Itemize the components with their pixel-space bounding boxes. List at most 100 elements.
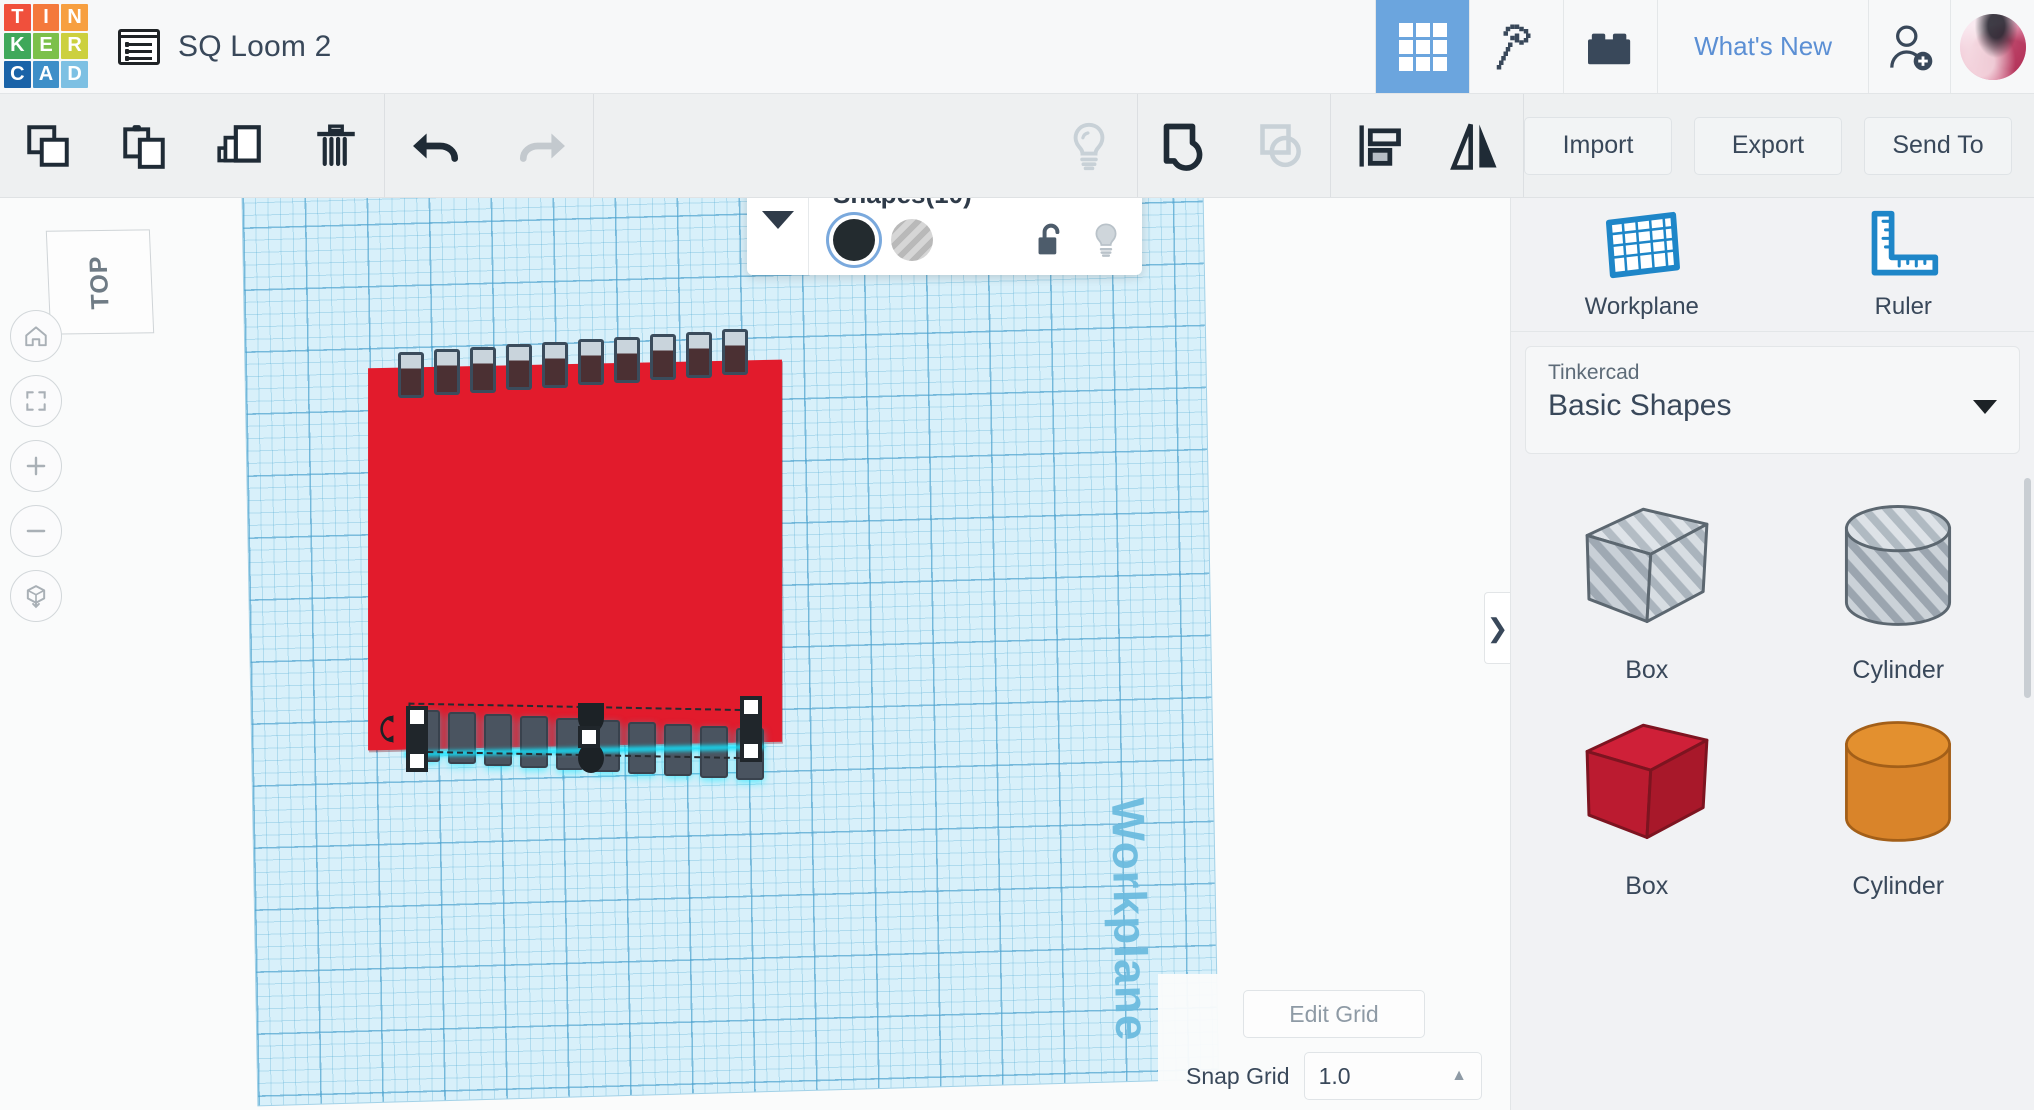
box-hole-icon: [1585, 507, 1709, 624]
shapes-library-panel: Workplane Ruler Tinkercad Basic Shapes B…: [1510, 198, 2034, 1110]
doc-lines: [125, 41, 152, 64]
cube-arrow-icon: [26, 585, 46, 609]
shape-label: Cylinder: [1852, 656, 1945, 684]
ruler-tool[interactable]: Ruler: [1773, 198, 2034, 331]
ungroup-button[interactable]: [1234, 94, 1330, 197]
perspective-toggle-button[interactable]: [10, 570, 62, 622]
library-name-label: Basic Shapes: [1548, 389, 1732, 422]
project-list-button[interactable]: [92, 0, 178, 93]
peg[interactable]: [506, 344, 532, 390]
edit-toolbar: Import Export Send To: [0, 94, 2034, 198]
peg[interactable]: [578, 339, 604, 385]
copy-button[interactable]: [0, 94, 96, 197]
panel-tools: Workplane Ruler: [1511, 198, 2034, 332]
resize-handle-top-right[interactable]: [740, 696, 762, 718]
send-to-button[interactable]: Send To: [1864, 116, 2012, 175]
fit-to-view-button[interactable]: [10, 375, 62, 427]
red-base-plate[interactable]: [368, 359, 782, 751]
snap-grid-label: Snap Grid: [1186, 1062, 1290, 1089]
resize-handle-bottom-left[interactable]: [406, 750, 428, 772]
ungroup-icon: [1260, 123, 1301, 167]
move-handle-left[interactable]: [406, 728, 428, 750]
resize-handle-top-left[interactable]: [406, 706, 428, 728]
logo-tile-e: E: [32, 32, 60, 60]
zoom-in-button[interactable]: [10, 440, 62, 492]
shapes-panel-controls: [833, 219, 1122, 261]
view-cube-label: TOP: [84, 254, 115, 310]
workplane-tool[interactable]: Workplane: [1511, 198, 1773, 331]
shapes-panel[interactable]: Shapes(10): [747, 198, 1142, 275]
shapes-panel-collapse-button[interactable]: [747, 198, 809, 275]
export-button[interactable]: Export: [1694, 116, 1842, 175]
shape-item-box-hole[interactable]: Box: [1521, 490, 1773, 706]
undo-icon: [413, 133, 459, 162]
tinkercad-logo[interactable]: T I N K E R C A D: [0, 0, 92, 92]
duplicate-icon: [217, 124, 261, 163]
edit-grid-button[interactable]: Edit Grid: [1243, 990, 1425, 1038]
whats-new-link[interactable]: What's New: [1657, 0, 1868, 93]
duplicate-button[interactable]: [192, 94, 288, 197]
resize-handle-bottom-right[interactable]: [740, 740, 762, 762]
group-button[interactable]: [1138, 94, 1234, 197]
document-list-icon: [118, 28, 160, 65]
note-button[interactable]: [1041, 94, 1137, 197]
history-group: [385, 94, 593, 197]
zoom-out-button[interactable]: [10, 505, 62, 557]
group-icon: [1163, 123, 1203, 171]
undo-button[interactable]: [385, 94, 489, 197]
view-cube[interactable]: TOP: [45, 229, 155, 335]
peg[interactable]: [722, 329, 748, 375]
add-user-button[interactable]: [1868, 0, 1950, 93]
delete-button[interactable]: [288, 94, 384, 197]
tab-minecraft[interactable]: [1469, 0, 1563, 93]
peg[interactable]: [614, 337, 640, 383]
logo-tile-i: I: [32, 4, 60, 31]
mirror-button[interactable]: [1427, 94, 1523, 197]
hole-swatch[interactable]: [891, 219, 933, 261]
shapes-panel-title: Shapes(10): [833, 198, 1122, 210]
unlock-icon[interactable]: [1034, 221, 1068, 259]
peg[interactable]: [686, 332, 712, 378]
move-handle-right[interactable]: [740, 718, 762, 740]
home-view-button[interactable]: [10, 310, 62, 362]
shape-item-cylinder-hole[interactable]: Cylinder: [1773, 490, 2025, 706]
shape-grid-scrollbar[interactable]: [2024, 478, 2031, 698]
redo-button[interactable]: [489, 94, 593, 197]
logo-tile-r: R: [61, 32, 88, 60]
logo-tile-d: D: [61, 61, 88, 88]
align-button[interactable]: [1331, 94, 1427, 197]
peg[interactable]: [542, 342, 568, 388]
peg[interactable]: [434, 349, 460, 395]
shapes-panel-right-icons: [1034, 220, 1122, 260]
workplane-icon: [1605, 211, 1680, 278]
trash-icon: [317, 124, 355, 166]
avatar[interactable]: [1950, 0, 2034, 93]
tab-blocks[interactable]: [1563, 0, 1657, 93]
snap-grid-row: Snap Grid 1.0 ▲: [1186, 1052, 1482, 1100]
mirror-icon: [1450, 123, 1497, 170]
topbar-actions: What's New: [1375, 0, 2034, 93]
peg[interactable]: [470, 347, 496, 393]
peg[interactable]: [398, 352, 424, 398]
design-canvas[interactable]: Workplane TOP ❯ Edit Grid Snap Grid 1.0 …: [0, 198, 1510, 1110]
solid-swatch[interactable]: [833, 219, 875, 261]
shape-item-box-solid[interactable]: Box: [1521, 706, 1773, 922]
minus-icon: [26, 529, 46, 533]
shape-label: Box: [1625, 872, 1669, 900]
resize-handle-center[interactable]: [578, 726, 600, 748]
panel-collapse-chevron[interactable]: ❯: [1484, 592, 1510, 664]
project-title[interactable]: SQ Loom 2: [178, 0, 332, 93]
lightbulb-note-icon: [1073, 122, 1105, 170]
lightbulb-icon[interactable]: [1090, 220, 1122, 260]
tab-3d-design[interactable]: [1375, 0, 1470, 93]
shape-item-cylinder-solid[interactable]: Cylinder: [1773, 706, 2025, 922]
rotate-handle-left[interactable]: [372, 714, 402, 744]
shape-library-dropdown[interactable]: Tinkercad Basic Shapes: [1525, 346, 2020, 454]
paste-button[interactable]: [96, 94, 192, 197]
snap-grid-select[interactable]: 1.0 ▲: [1303, 1052, 1482, 1100]
peg[interactable]: [650, 334, 676, 380]
logo-tile-a: A: [32, 61, 60, 88]
redo-icon: [519, 133, 565, 162]
import-button[interactable]: Import: [1524, 116, 1672, 175]
